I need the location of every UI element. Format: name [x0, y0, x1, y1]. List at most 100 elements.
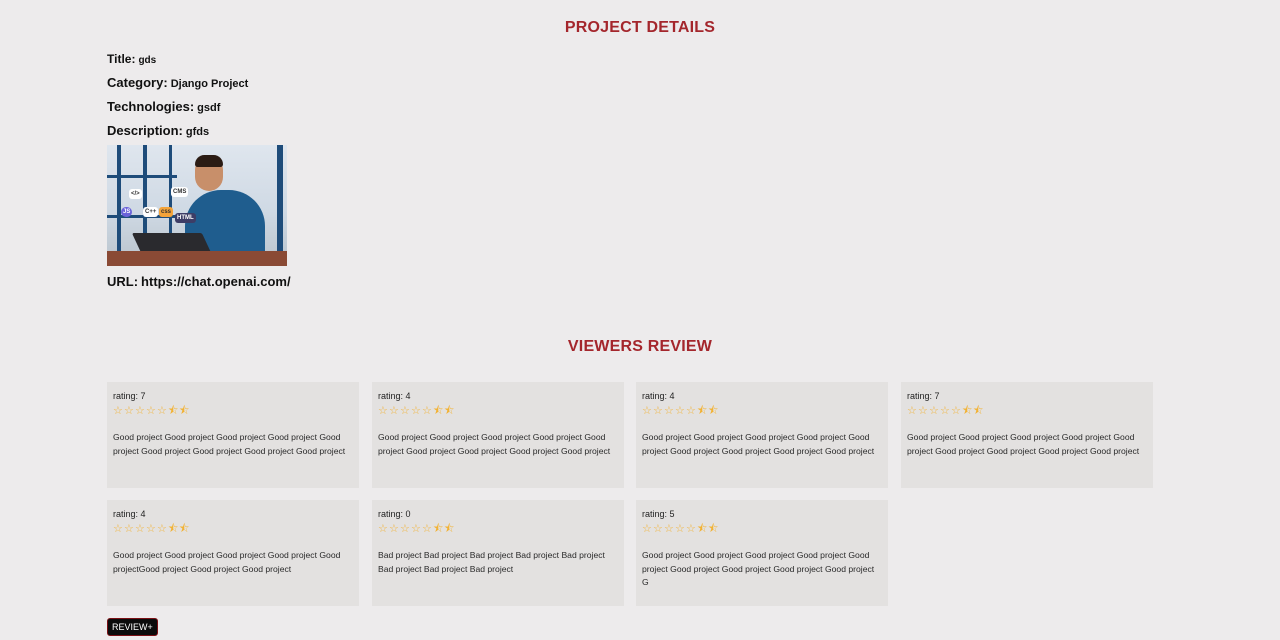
url-value[interactable]: https://chat.openai.com/ — [141, 274, 291, 289]
review-rating: rating: 7 — [113, 391, 146, 401]
description-value: gfds — [185, 126, 210, 138]
description-label: Description: — [107, 123, 183, 138]
star-icon: ☆ — [642, 405, 654, 417]
review-rating: rating: 4 — [113, 509, 146, 519]
half-star-icon: ⯪ — [708, 405, 721, 417]
star-icon: ☆ — [686, 405, 698, 417]
project-details-heading: PROJECT DETAILS — [564, 19, 716, 36]
half-star-icon: ⯪ — [433, 405, 446, 417]
review-rating: rating: 7 — [907, 391, 940, 401]
project-category-row: Category: Django Project — [107, 75, 248, 90]
star-icon: ☆ — [400, 523, 412, 535]
star-icon: ☆ — [951, 405, 963, 417]
review-card: rating: 4 ☆☆☆☆☆⯪⯪ Good project Good proj… — [636, 382, 888, 488]
star-icon: ☆ — [135, 523, 147, 535]
half-star-icon: ⯪ — [697, 405, 710, 417]
url-label: URL: — [107, 274, 139, 289]
star-icon: ☆ — [664, 523, 676, 535]
star-icon: ☆ — [146, 523, 158, 535]
review-comment: Bad project Bad project Bad project Bad … — [378, 550, 605, 574]
star-icon: ☆ — [940, 405, 952, 417]
half-star-icon: ⯪ — [168, 523, 181, 535]
star-icon: ☆ — [146, 405, 158, 417]
half-star-icon: ⯪ — [708, 523, 721, 535]
star-icon: ☆ — [389, 405, 401, 417]
technologies-value: gsdf — [197, 102, 221, 114]
title-label: Title: — [107, 52, 136, 66]
star-icon: ☆ — [378, 405, 390, 417]
review-comment: Good project Good project Good project G… — [113, 432, 346, 456]
project-image: </> CMS JS C++ css HTML — [107, 145, 287, 266]
star-icon: ☆ — [675, 405, 687, 417]
review-card: rating: 0 ☆☆☆☆☆⯪⯪ Bad project Bad projec… — [372, 500, 624, 606]
star-icon: ☆ — [113, 405, 125, 417]
star-rating: ☆☆☆☆☆⯪⯪ — [378, 405, 618, 417]
star-icon: ☆ — [135, 405, 147, 417]
review-card: rating: 7 ☆☆☆☆☆⯪⯪ Good project Good proj… — [107, 382, 359, 488]
page: PROJECT DETAILS Title: gds Category: Djang… — [0, 0, 1280, 640]
review-rating: rating: 0 — [378, 509, 411, 519]
star-icon: ☆ — [422, 523, 434, 535]
review-rating: rating: 4 — [642, 391, 675, 401]
star-rating: ☆☆☆☆☆⯪⯪ — [113, 523, 353, 535]
project-technologies-row: Technologies: gsdf — [107, 99, 220, 114]
star-icon: ☆ — [664, 405, 676, 417]
review-card: rating: 4 ☆☆☆☆☆⯪⯪ Good project Good proj… — [107, 500, 359, 606]
star-icon: ☆ — [157, 523, 169, 535]
star-icon: ☆ — [157, 405, 169, 417]
star-icon: ☆ — [907, 405, 919, 417]
review-rating: rating: 4 — [378, 391, 411, 401]
star-icon: ☆ — [653, 405, 665, 417]
project-url-row: URL: https://chat.openai.com/ — [107, 274, 291, 289]
star-rating: ☆☆☆☆☆⯪⯪ — [113, 405, 353, 417]
star-icon: ☆ — [653, 523, 665, 535]
star-icon: ☆ — [113, 523, 125, 535]
star-icon: ☆ — [642, 523, 654, 535]
category-label: Category: — [107, 75, 168, 90]
image-bubble: CMS — [171, 187, 189, 197]
half-star-icon: ⯪ — [179, 523, 192, 535]
add-review-button[interactable]: REVIEW+ — [107, 618, 158, 636]
star-icon: ☆ — [411, 405, 423, 417]
image-bubble: css — [159, 207, 174, 217]
review-card: rating: 7 ☆☆☆☆☆⯪⯪ Good project Good proj… — [901, 382, 1153, 488]
review-rating: rating: 5 — [642, 509, 675, 519]
title-value: gds — [138, 55, 157, 66]
image-bubble: C++ — [143, 207, 159, 217]
technologies-label: Technologies: — [107, 99, 195, 114]
category-value: Django Project — [170, 78, 249, 90]
project-title-row: Title: gds — [107, 52, 156, 66]
star-rating: ☆☆☆☆☆⯪⯪ — [907, 405, 1147, 417]
half-star-icon: ⯪ — [697, 523, 710, 535]
half-star-icon: ⯪ — [962, 405, 975, 417]
star-icon: ☆ — [378, 523, 390, 535]
star-icon: ☆ — [389, 523, 401, 535]
half-star-icon: ⯪ — [168, 405, 181, 417]
review-card: rating: 4 ☆☆☆☆☆⯪⯪ Good project Good proj… — [372, 382, 624, 488]
star-icon: ☆ — [411, 523, 423, 535]
review-comment: Good project Good project Good project G… — [378, 432, 611, 456]
image-bubble: HTML — [175, 213, 196, 223]
star-rating: ☆☆☆☆☆⯪⯪ — [642, 405, 882, 417]
star-icon: ☆ — [918, 405, 930, 417]
star-icon: ☆ — [124, 405, 136, 417]
star-icon: ☆ — [686, 523, 698, 535]
half-star-icon: ⯪ — [973, 405, 986, 417]
review-comment: Good project Good project Good project G… — [907, 432, 1140, 456]
star-icon: ☆ — [929, 405, 941, 417]
star-rating: ☆☆☆☆☆⯪⯪ — [642, 523, 882, 535]
star-icon: ☆ — [422, 405, 434, 417]
review-comment: Good project Good project Good project G… — [642, 550, 875, 587]
half-star-icon: ⯪ — [179, 405, 192, 417]
viewers-review-heading: VIEWERS REVIEW — [567, 338, 713, 355]
review-card: rating: 5 ☆☆☆☆☆⯪⯪ Good project Good proj… — [636, 500, 888, 606]
half-star-icon: ⯪ — [444, 523, 457, 535]
star-rating: ☆☆☆☆☆⯪⯪ — [378, 523, 618, 535]
half-star-icon: ⯪ — [444, 405, 457, 417]
star-icon: ☆ — [675, 523, 687, 535]
review-comment: Good project Good project Good project G… — [642, 432, 875, 456]
image-bubble: </> — [129, 189, 142, 199]
half-star-icon: ⯪ — [433, 523, 446, 535]
review-comment: Good project Good project Good project G… — [113, 550, 341, 574]
star-icon: ☆ — [400, 405, 412, 417]
